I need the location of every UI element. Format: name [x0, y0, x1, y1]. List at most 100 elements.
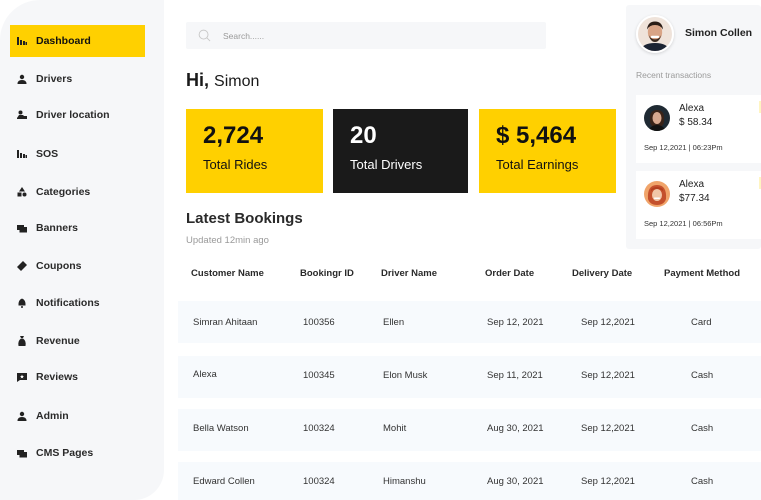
- sidebar-item-label: CMS Pages: [36, 447, 94, 459]
- sidebar-item-label: Coupons: [36, 260, 82, 272]
- driver-location-icon: [16, 109, 28, 121]
- column-header[interactable]: Driver Name: [381, 268, 437, 279]
- transaction-name: Alexa: [679, 179, 705, 190]
- transaction-card[interactable]: Alexa $77.34 Sep 12,2021 | 06:56Pm: [636, 171, 761, 239]
- profile-name: Simon Collen: [685, 27, 753, 39]
- sidebar-item-label: Admin: [36, 410, 69, 422]
- ticket-icon: [16, 260, 28, 272]
- column-header[interactable]: Payment Method: [664, 268, 740, 279]
- categories-icon: [16, 186, 28, 198]
- cell-booking-id: 100324: [303, 476, 335, 487]
- review-star-icon: [16, 371, 28, 383]
- transaction-date: Sep 12,2021 | 06:56Pm: [644, 219, 723, 228]
- cell-delivery-date: Sep 12,2021: [581, 476, 635, 487]
- cell-customer: Alexa: [193, 369, 217, 380]
- stat-value: 20: [350, 122, 377, 149]
- sidebar-item-label: Dashboard: [36, 35, 91, 47]
- cell-order-date: Aug 30, 2021: [487, 476, 544, 487]
- sidebar-item-cms-pages[interactable]: CMS Pages: [10, 437, 145, 469]
- column-header[interactable]: Bookingr ID: [300, 268, 354, 279]
- person-icon: [16, 73, 28, 85]
- cell-payment: Cash: [691, 476, 714, 487]
- right-panel: Simon Collen Recent transactions Alexa $…: [626, 5, 761, 249]
- cell-driver: Ellen: [383, 317, 405, 328]
- stat-card-total-earnings: $ 5,464 Total Earnings: [479, 109, 616, 193]
- recent-transactions-label: Recent transactions: [636, 70, 712, 80]
- transaction-avatar: [644, 105, 670, 131]
- sidebar-item-driver-location[interactable]: Driver location: [10, 99, 145, 131]
- search-icon: [198, 29, 211, 42]
- column-header[interactable]: Order Date: [485, 268, 534, 279]
- cell-booking-id: 100356: [303, 317, 335, 328]
- sidebar-item-label: Notifications: [36, 297, 100, 309]
- greeting-hi: Hi,: [186, 70, 210, 90]
- cell-order-date: Aug 30, 2021: [487, 423, 544, 434]
- stat-label: Total Earnings: [496, 157, 579, 172]
- cell-delivery-date: Sep 12,2021: [581, 370, 635, 381]
- search-input[interactable]: [223, 30, 523, 41]
- banners-icon: [16, 222, 28, 234]
- transaction-card[interactable]: Alexa $ 58.34 Sep 12,2021 | 06:23Pm: [636, 95, 761, 163]
- transaction-date: Sep 12,2021 | 06:23Pm: [644, 143, 723, 152]
- column-header[interactable]: Customer Name: [191, 268, 264, 279]
- sidebar-item-label: Revenue: [36, 335, 80, 347]
- cell-delivery-date: Sep 12,2021: [581, 317, 635, 328]
- pages-icon: [16, 447, 28, 459]
- stat-card-total-drivers: 20 Total Drivers: [333, 109, 468, 193]
- chart-bars-icon: [16, 35, 28, 47]
- sidebar-item-drivers[interactable]: Drivers: [10, 63, 145, 95]
- sidebar-item-dashboard[interactable]: Dashboard: [10, 25, 145, 57]
- sidebar-item-categories[interactable]: Categories: [10, 176, 145, 208]
- transaction-amount: $77.34: [679, 193, 710, 204]
- search-bar[interactable]: [186, 22, 546, 49]
- person-icon: [16, 410, 28, 422]
- table-row[interactable]: Edward Collen 100324 Himanshu Aug 30, 20…: [178, 462, 761, 500]
- sidebar-item-notifications[interactable]: Notifications: [10, 287, 145, 319]
- sidebar-item-admin[interactable]: Admin: [10, 400, 145, 432]
- cell-customer: Edward Collen: [193, 476, 255, 487]
- cell-customer: Simran Ahitaan: [193, 317, 258, 328]
- transaction-name: Alexa: [679, 103, 705, 114]
- sidebar-item-label: Banners: [36, 222, 79, 234]
- bell-icon: [16, 297, 28, 309]
- chart-bars-icon: [16, 148, 28, 160]
- transaction-avatar: [644, 181, 670, 207]
- greeting: Hi, Simon: [186, 70, 259, 91]
- section-subtitle: Updated 12min ago: [186, 235, 269, 246]
- sidebar-item-label: Driver location: [36, 109, 110, 121]
- money-bag-icon: [16, 335, 28, 347]
- cell-payment: Cash: [691, 370, 714, 381]
- sidebar-item-reviews[interactable]: Reviews: [10, 361, 145, 393]
- table-row[interactable]: Bella Watson 100324 Mohit Aug 30, 2021 S…: [178, 409, 761, 451]
- column-header[interactable]: Delivery Date: [572, 268, 632, 279]
- cell-payment: Cash: [691, 423, 714, 434]
- sidebar: Dashboard Drivers Driver location SOS Ca…: [0, 0, 164, 500]
- transaction-amount: $ 58.34: [679, 117, 713, 128]
- sidebar-item-banners[interactable]: Banners: [10, 212, 145, 244]
- sidebar-item-label: SOS: [36, 148, 59, 160]
- cell-payment: Card: [691, 317, 712, 328]
- table-row[interactable]: Simran Ahitaan 100356 Ellen Sep 12, 2021…: [178, 301, 761, 343]
- sidebar-item-label: Drivers: [36, 73, 73, 85]
- cell-booking-id: 100324: [303, 423, 335, 434]
- sidebar-item-revenue[interactable]: Revenue: [10, 325, 145, 357]
- cell-driver: Elon Musk: [383, 370, 428, 381]
- cell-driver: Mohit: [383, 423, 407, 434]
- sidebar-item-sos[interactable]: SOS: [10, 138, 145, 170]
- sidebar-item-label: Categories: [36, 186, 91, 198]
- cell-driver: Himanshu: [383, 476, 426, 487]
- stat-card-total-rides: 2,724 Total Rides: [186, 109, 323, 193]
- section-title: Latest Bookings: [186, 210, 303, 227]
- cell-booking-id: 100345: [303, 370, 335, 381]
- table-row[interactable]: Alexa 100345 Elon Musk Sep 11, 2021 Sep …: [178, 356, 761, 398]
- cell-delivery-date: Sep 12,2021: [581, 423, 635, 434]
- profile-avatar[interactable]: [636, 15, 674, 53]
- cell-customer: Bella Watson: [193, 423, 249, 434]
- stat-value: 2,724: [203, 122, 264, 149]
- stat-label: Total Drivers: [350, 157, 423, 172]
- greeting-name: Simon: [214, 73, 260, 90]
- cell-order-date: Sep 11, 2021: [487, 370, 543, 381]
- stat-value: $ 5,464: [496, 122, 577, 149]
- sidebar-item-coupons[interactable]: Coupons: [10, 250, 145, 282]
- cell-order-date: Sep 12, 2021: [487, 317, 544, 328]
